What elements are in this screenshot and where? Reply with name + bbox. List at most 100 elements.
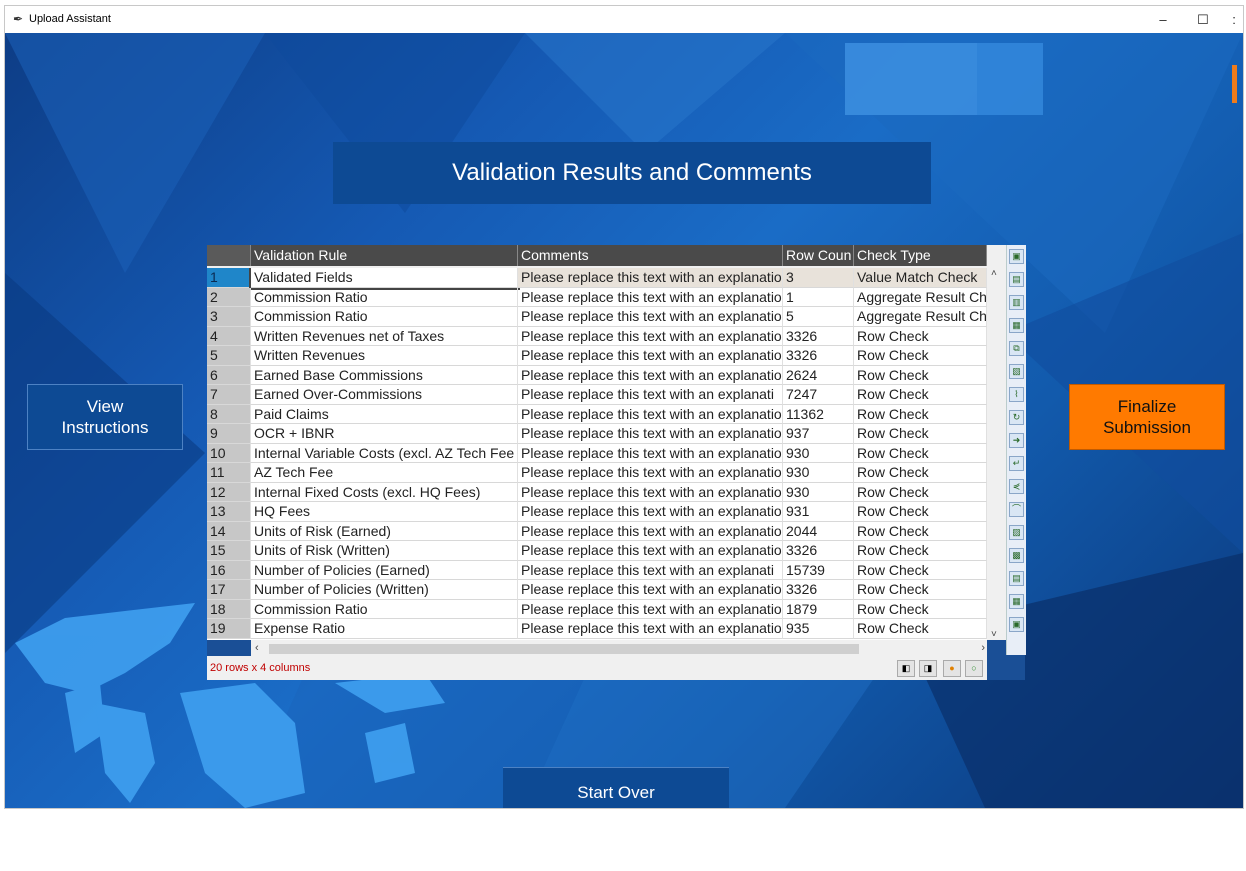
table-cell[interactable]: Please replace this text with an explana… — [518, 268, 783, 288]
table-cell[interactable]: Units of Risk (Written) — [251, 541, 518, 561]
row-index[interactable]: 11 — [207, 463, 251, 483]
table-cell[interactable]: Please replace this text with an explana… — [518, 463, 783, 483]
table-cell[interactable]: 2044 — [783, 521, 854, 541]
table-row[interactable]: 13 HQ Fees Please replace this text with a… — [207, 502, 987, 522]
plot-icon[interactable]: ⌒ — [1009, 502, 1024, 517]
table-cell[interactable]: Number of Policies (Written) — [251, 580, 518, 600]
scroll-left-icon[interactable]: ‹ — [255, 642, 259, 654]
table-row[interactable]: 16 Number of Policies (Earned) Please repl… — [207, 560, 987, 580]
table-cell[interactable]: 3326 — [783, 541, 854, 561]
refresh-icon[interactable]: ↻ — [1009, 410, 1024, 425]
table-icon[interactable]: ▤ — [1009, 571, 1024, 586]
table-cell[interactable]: Row Check — [854, 404, 987, 424]
table-row[interactable]: 5 Written Revenues Please replace this tex… — [207, 346, 987, 366]
table-cell[interactable]: Row Check — [854, 502, 987, 522]
table-cell[interactable]: Value Match Check — [854, 268, 987, 288]
table-row[interactable]: 1 Validated Fields Please replace this tex… — [207, 268, 987, 290]
add-column-icon[interactable]: ➜ — [1009, 433, 1024, 448]
row-index[interactable]: 16 — [207, 560, 251, 580]
copy-icon[interactable]: ⧉ — [1009, 341, 1024, 356]
table-row[interactable]: 10 Internal Variable Costs (excl. AZ Tech… — [207, 443, 987, 463]
row-index[interactable]: 2 — [207, 287, 251, 307]
table-cell[interactable]: Please replace this text with an explana… — [518, 365, 783, 385]
table-cell[interactable]: Please replace this text with an explana… — [518, 307, 783, 327]
row-index[interactable]: 8 — [207, 404, 251, 424]
table-row[interactable]: 8 Paid Claims Please replace this text wit… — [207, 404, 987, 424]
table-cell[interactable]: Paid Claims — [251, 404, 518, 424]
column-header[interactable]: Validation Rule — [251, 245, 518, 266]
table-cell[interactable]: 3326 — [783, 346, 854, 366]
table-cell[interactable]: Aggregate Result Ch — [854, 287, 987, 307]
table-cell[interactable]: AZ Tech Fee — [251, 463, 518, 483]
column-header[interactable]: Row Coun — [783, 245, 854, 266]
table-cell[interactable]: Row Check — [854, 541, 987, 561]
table-cell[interactable]: 1879 — [783, 599, 854, 619]
table-cell[interactable]: 930 — [783, 443, 854, 463]
paste-icon[interactable]: ▧ — [1009, 364, 1024, 379]
table-row[interactable]: 3 Commission Ratio Please replace this tex… — [207, 307, 987, 327]
row-index[interactable]: 12 — [207, 482, 251, 502]
table-cell[interactable]: Row Check — [854, 521, 987, 541]
duplicate-icon[interactable]: ▨ — [1009, 525, 1024, 540]
table-cell[interactable]: Please replace this text with an explana… — [518, 541, 783, 561]
table-cell[interactable]: Please replace this text with an explana… — [518, 599, 783, 619]
table-cell[interactable]: Please replace this text with an explana… — [518, 287, 783, 307]
table-cell[interactable]: OCR + IBNR — [251, 424, 518, 444]
table-cell[interactable]: Row Check — [854, 580, 987, 600]
table-cell[interactable]: Expense Ratio — [251, 619, 518, 639]
first-page-icon[interactable]: ◧ — [897, 660, 915, 677]
table-cell[interactable]: 11362 — [783, 404, 854, 424]
table-cell[interactable]: Internal Fixed Costs (excl. HQ Fees) — [251, 482, 518, 502]
save-icon[interactable]: ▣ — [1009, 249, 1024, 264]
table-cell[interactable]: Please replace this text with an explana… — [518, 580, 783, 600]
table-cell[interactable]: 1 — [783, 287, 854, 307]
export-icon[interactable]: ▩ — [1009, 548, 1024, 563]
table-cell[interactable]: 5 — [783, 307, 854, 327]
table-row[interactable]: 9 OCR + IBNR Please replace this text with… — [207, 424, 987, 444]
row-index[interactable]: 9 — [207, 424, 251, 444]
excel-icon[interactable]: ▦ — [1009, 318, 1024, 333]
table-cell[interactable]: Please replace this text with an explana… — [518, 502, 783, 522]
table-cell[interactable]: Number of Policies (Earned) — [251, 560, 518, 580]
table-row[interactable]: 2 Commission Ratio Please replace this tex… — [207, 287, 987, 307]
load-icon[interactable]: ▤ — [1009, 272, 1024, 287]
table-cell[interactable]: Please replace this text with an explana… — [518, 443, 783, 463]
table-cell[interactable]: Please replace this text with an explana… — [518, 521, 783, 541]
scroll-thumb[interactable] — [269, 644, 859, 654]
row-index[interactable]: 5 — [207, 346, 251, 366]
table-row[interactable]: 6 Earned Base Commissions Please replace t… — [207, 365, 987, 385]
table-cell[interactable]: Validated Fields — [249, 268, 520, 290]
row-index[interactable]: 1 — [207, 268, 251, 288]
table-cell[interactable]: 3326 — [783, 580, 854, 600]
table-cell[interactable]: Written Revenues net of Taxes — [251, 326, 518, 346]
row-index[interactable]: 7 — [207, 385, 251, 405]
close-button[interactable]: : — [1227, 10, 1241, 30]
table-cell[interactable]: 931 — [783, 502, 854, 522]
row-index[interactable]: 10 — [207, 443, 251, 463]
table-cell[interactable]: Written Revenues — [251, 346, 518, 366]
table-row[interactable]: 7 Earned Over-Commissions Please replace t… — [207, 385, 987, 405]
maximize-button[interactable]: ☐ — [1188, 10, 1218, 30]
table-cell[interactable]: Please replace this text with an explana… — [518, 482, 783, 502]
table-cell[interactable]: Row Check — [854, 326, 987, 346]
table-cell[interactable]: Row Check — [854, 463, 987, 483]
row-index[interactable]: 14 — [207, 521, 251, 541]
column-header[interactable]: Check Type — [854, 245, 987, 266]
table-cell[interactable]: Commission Ratio — [251, 307, 518, 327]
last-page-icon[interactable]: ◨ — [919, 660, 937, 677]
table-cell[interactable]: Row Check — [854, 424, 987, 444]
row-index[interactable]: 15 — [207, 541, 251, 561]
table-cell[interactable]: Row Check — [854, 599, 987, 619]
table-cell[interactable]: Internal Variable Costs (excl. AZ Tech F… — [251, 443, 518, 463]
row-index[interactable]: 6 — [207, 365, 251, 385]
table-cell[interactable]: 2624 — [783, 365, 854, 385]
table-cell[interactable]: Earned Over-Commissions — [251, 385, 518, 405]
table-row[interactable]: 4 Written Revenues net of Taxes Please rep… — [207, 326, 987, 346]
table-cell[interactable]: Row Check — [854, 482, 987, 502]
horizontal-scrollbar[interactable]: ‹ › — [251, 642, 989, 656]
start-over-button[interactable]: Start Over — [503, 767, 729, 808]
zoom-in-icon[interactable]: ● — [943, 660, 961, 677]
finalize-submission-button[interactable]: Finalize Submission — [1069, 384, 1225, 450]
vertical-scrollbar[interactable]: ˄ ˅ — [989, 268, 1003, 640]
table-cell[interactable]: HQ Fees — [251, 502, 518, 522]
